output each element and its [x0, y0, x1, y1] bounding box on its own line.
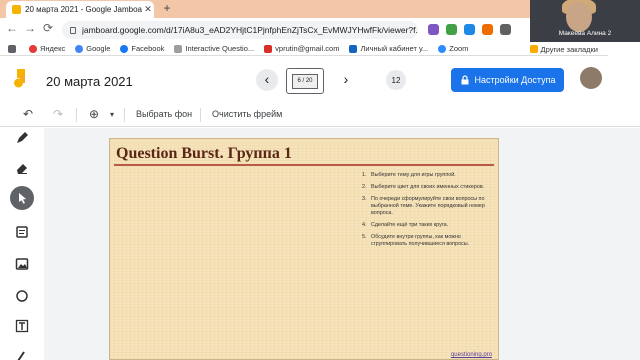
zoom-icon [438, 44, 447, 53]
reload-button[interactable]: ⟳ [40, 21, 56, 35]
step-text: Выберите тему для игры группой. [371, 172, 456, 178]
frame-background-image[interactable]: Question Burst. Группа 1 1. Выберите тем… [109, 138, 499, 360]
tab-strip: 20 марта 2021 - Google Jamboa ✕ + [0, 0, 530, 18]
forward-button[interactable]: → [22, 21, 38, 35]
url-text[interactable]: jamboard.google.com/d/17iA8u3_eAD2YHjtC1… [82, 25, 418, 35]
browser-tab[interactable]: 20 марта 2021 - Google Jamboa ✕ [6, 1, 154, 18]
step-number: 3. [362, 196, 367, 202]
zoom-dropdown-icon[interactable]: ▾ [104, 110, 120, 119]
bookmark-label: Личный кабинет у... [360, 44, 429, 53]
circle-icon[interactable] [12, 286, 32, 306]
sticky-note-icon[interactable] [12, 222, 32, 242]
bookmark-label: Google [86, 44, 111, 53]
bookmark-zoom[interactable]: Zoom [438, 44, 468, 53]
step-text: Сделайте ещё три таких круга. [371, 222, 449, 228]
jamboard-logo-icon[interactable] [14, 69, 28, 89]
image-icon[interactable] [12, 254, 32, 274]
other-bookmarks-label: Другие закладки [540, 44, 598, 54]
jamboard-favicon-icon [12, 5, 21, 14]
step-number: 5. [362, 234, 367, 240]
next-frame-icon[interactable]: › [336, 71, 356, 87]
list-item: 5. Обсудите внутри группы, как можно сгр… [362, 234, 494, 248]
bookmark-label: Facebook [131, 44, 165, 53]
step-number: 2. [362, 184, 367, 190]
bookmarks-bar: Яндекс Google Facebook Interactive Quest… [0, 42, 608, 56]
source-link[interactable]: questioning.pro [451, 352, 492, 358]
toolbar-divider [200, 108, 201, 122]
google-icon [75, 44, 84, 53]
bookmark-label: Zoom [449, 44, 469, 53]
instructions-list: 1. Выберите тему для игры группой. 2. Вы… [362, 172, 494, 253]
address-bar[interactable]: jamboard.google.com/d/17iA8u3_eAD2YHjtC1… [62, 21, 418, 39]
step-number: 1. [362, 172, 367, 178]
bookmark-apps[interactable] [8, 44, 19, 53]
facebook-icon [120, 44, 129, 53]
jam-title[interactable]: 20 марта 2021 [46, 74, 133, 89]
zoom-icon[interactable]: ⊕ [86, 107, 102, 121]
apps-icon [8, 44, 16, 53]
avatar[interactable] [580, 67, 602, 89]
step-number: 4. [362, 222, 367, 228]
lock-icon [70, 26, 76, 34]
pen-icon[interactable] [12, 128, 32, 148]
bookmark-google[interactable]: Google [75, 44, 110, 53]
extension-icon[interactable] [500, 24, 511, 35]
laser-icon[interactable] [12, 346, 32, 360]
tab-title: 20 марта 2021 - Google Jamboa [25, 5, 142, 14]
folder-icon [529, 45, 538, 53]
jam-canvas[interactable]: Question Burst. Группа 1 1. Выберите тем… [44, 128, 640, 360]
eraser-icon[interactable] [12, 158, 32, 178]
previous-frame-icon[interactable]: ‹ [257, 71, 277, 87]
extension-icon[interactable] [446, 24, 457, 35]
toolbar-divider [76, 108, 77, 122]
share-button-label: Настройки Доступа [474, 75, 556, 85]
new-tab-button[interactable]: + [160, 1, 174, 15]
lock-icon [461, 75, 469, 85]
redo-icon[interactable]: ↷ [50, 107, 66, 121]
back-button[interactable]: ← [4, 21, 20, 35]
bookmark-gmail[interactable]: vprutin@gmail.com [264, 44, 339, 53]
step-text: Выберите цвет для своих именных стикеров… [371, 184, 485, 190]
list-item: 3. По очереди сформулируйте свои вопросы… [362, 196, 494, 217]
undo-icon[interactable]: ↶ [20, 107, 36, 121]
share-button[interactable]: Настройки Доступа [451, 68, 564, 92]
bookmark-label: vprutin@gmail.com [275, 44, 340, 53]
jamboard-toolbar: ↶ ↷ ⊕ ▾ Выбрать фон Очистить фрейм [0, 103, 640, 127]
extension-icon[interactable] [428, 24, 439, 35]
slide-title: Question Burst. Группа 1 [116, 145, 292, 162]
bookmark-personal-cabinet[interactable]: Личный кабинет у... [349, 44, 428, 53]
text-box-icon[interactable] [12, 316, 32, 336]
extension-icon[interactable] [464, 24, 475, 35]
page-icon [174, 44, 183, 53]
extension-icon[interactable] [482, 24, 493, 35]
clear-frame-button[interactable]: Очистить фрейм [212, 109, 282, 119]
frame-bar-toggle[interactable]: 6 / 20 [286, 68, 324, 94]
slide-divider [114, 164, 494, 166]
select-icon[interactable] [10, 186, 34, 210]
frame-indicator: 6 / 20 [292, 73, 318, 89]
list-item: 2. Выберите цвет для своих именных стике… [362, 184, 494, 191]
step-text: Обсудите внутри группы, как можно сгрупп… [371, 234, 470, 247]
tool-palette [0, 128, 44, 360]
yandex-icon [29, 44, 37, 53]
bookmark-yandex[interactable]: Яндекс [29, 44, 65, 53]
set-background-button[interactable]: Выбрать фон [136, 109, 192, 119]
close-tab-icon[interactable]: ✕ [142, 4, 154, 15]
webcam-face [566, 2, 592, 32]
bookmark-label: Interactive Questio... [185, 44, 255, 53]
webcam-overlay: Макеева Алина 2 [530, 0, 640, 42]
webcam-participant-name: Макеева Алина 2 [558, 30, 612, 37]
step-text: По очереди сформулируйте свои вопросы по… [371, 196, 485, 216]
bookmark-interactive-questions[interactable]: Interactive Questio... [174, 44, 254, 53]
gmail-icon [264, 44, 273, 53]
jamboard-header: 20 марта 2021 ‹ 6 / 20 › 12 Настройки До… [0, 57, 640, 103]
list-item: 1. Выберите тему для игры группой. [362, 172, 494, 179]
other-bookmarks[interactable]: Другие закладки [529, 42, 598, 56]
frame-count-badge[interactable]: 12 [386, 70, 406, 90]
toolbar-divider [124, 108, 125, 122]
bookmark-icon [349, 44, 358, 53]
bookmark-label: Яндекс [40, 44, 66, 53]
list-item: 4. Сделайте ещё три таких круга. [362, 222, 494, 229]
bookmark-facebook[interactable]: Facebook [120, 44, 164, 53]
